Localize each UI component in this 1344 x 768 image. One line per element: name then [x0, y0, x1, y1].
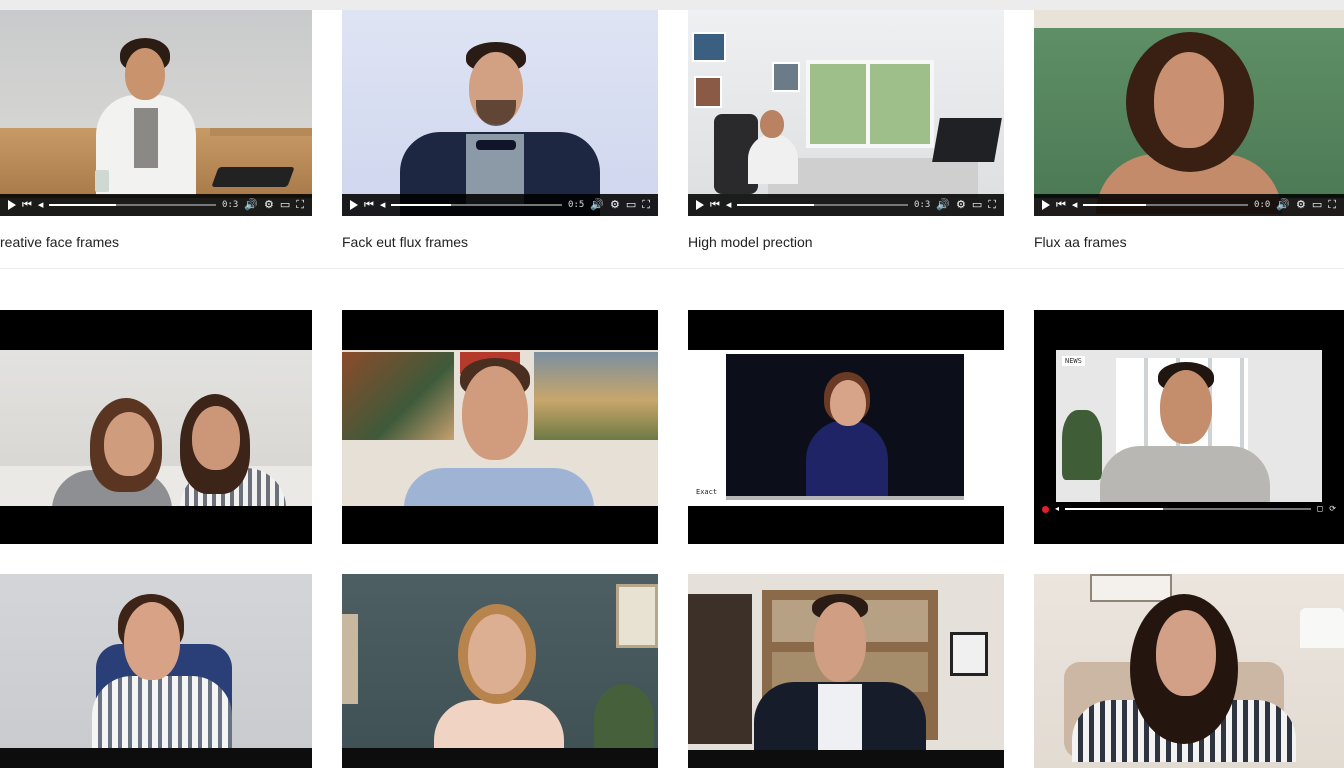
player-controls: ⏮ ◂ 0:3 🔊 ⚙ ▭ ⛶: [688, 194, 1004, 216]
video-caption[interactable]: High model prection: [688, 234, 813, 250]
settings-icon[interactable]: ⚙: [264, 199, 274, 211]
captions-icon[interactable]: ▭: [972, 199, 982, 211]
settings-icon[interactable]: ⚙: [1296, 199, 1306, 211]
fullscreen-icon[interactable]: ⛶: [642, 199, 650, 211]
fullscreen-icon[interactable]: ⛶: [296, 199, 304, 211]
volume-icon[interactable]: ◂: [726, 199, 732, 211]
player-controls: ⏮ ◂ 0:5 🔊 ⚙ ▭ ⛶: [342, 194, 658, 216]
settings-icon[interactable]: ⚙: [610, 199, 620, 211]
play-icon[interactable]: [696, 200, 704, 210]
video-frame: [1034, 574, 1344, 768]
captions-icon[interactable]: ◻: [1317, 505, 1324, 513]
volume-icon[interactable]: ◂: [380, 199, 386, 211]
progress-bar[interactable]: [737, 204, 909, 206]
rewind-icon[interactable]: ⏮: [364, 199, 374, 211]
video-tile-2[interactable]: ⏮ ◂ 0:5 🔊 ⚙ ▭ ⛶: [342, 10, 658, 216]
video-frame: [0, 350, 312, 506]
fullscreen-icon[interactable]: ⟳: [1329, 505, 1336, 513]
lamp: [1300, 608, 1344, 648]
video-tile-5[interactable]: [0, 310, 312, 544]
video-tile-12[interactable]: [1034, 574, 1344, 768]
video-tile-3[interactable]: ⏮ ◂ 0:3 🔊 ⚙ ▭ ⛶: [688, 10, 1004, 216]
play-icon[interactable]: [8, 200, 16, 210]
video-caption[interactable]: reative face frames: [0, 234, 119, 250]
progress-bar[interactable]: [1065, 508, 1311, 510]
volume-icon[interactable]: 🔊: [936, 199, 950, 211]
progress-bar[interactable]: [1083, 204, 1249, 206]
video-frame: Exact: [688, 350, 1004, 506]
video-frame: [342, 350, 658, 506]
volume-icon[interactable]: 🔊: [244, 199, 258, 211]
settings-icon[interactable]: ⚙: [956, 199, 966, 211]
captions-icon[interactable]: ▭: [280, 199, 290, 211]
painting-1: [342, 352, 454, 440]
video-tile-4[interactable]: ⏮ ◂ 0:0 🔊 ⚙ ▭ ⛶: [1034, 10, 1344, 216]
player-controls: ⏮ ◂ 0:0 🔊 ⚙ ▭ ⛶: [1034, 194, 1344, 216]
video-caption[interactable]: Flux aa frames: [1034, 234, 1127, 250]
fullscreen-icon[interactable]: ⛶: [988, 199, 996, 211]
video-tile-6[interactable]: [342, 310, 658, 544]
captions-icon[interactable]: ▭: [1312, 199, 1322, 211]
time-label: 0:3: [222, 200, 239, 210]
video-frame: [342, 574, 658, 768]
frame-left: [342, 614, 358, 704]
video-frame: [1034, 10, 1344, 216]
video-tile-1[interactable]: ⏮ ◂ 0:3 🔊 ⚙ ▭ ⛶: [0, 10, 312, 216]
fullscreen-icon[interactable]: ⛶: [1328, 199, 1336, 211]
video-frame: NEWS: [1056, 350, 1322, 504]
captions-icon[interactable]: ▭: [626, 199, 636, 211]
video-frame: [688, 10, 1004, 216]
video-tile-11[interactable]: [688, 574, 1004, 768]
progress-bar[interactable]: [49, 204, 217, 206]
video-label: Exact: [696, 488, 718, 496]
rewind-icon[interactable]: ⏮: [710, 199, 720, 211]
rewind-icon[interactable]: ⏮: [1056, 199, 1066, 211]
overlay-label: NEWS: [1062, 356, 1085, 366]
plant: [594, 684, 654, 754]
video-tile-8[interactable]: NEWS ◂ ◻ ⟳: [1034, 310, 1344, 544]
painting: [616, 584, 658, 648]
volume-icon[interactable]: ◂: [1055, 505, 1059, 513]
video-caption[interactable]: Fack eut flux frames: [342, 234, 468, 250]
video-tile-9[interactable]: [0, 574, 312, 768]
play-icon[interactable]: [1042, 200, 1050, 210]
play-icon[interactable]: [350, 200, 358, 210]
picture-frame: [950, 632, 988, 676]
plant: [1062, 410, 1102, 480]
video-frame: [688, 574, 1004, 768]
volume-icon[interactable]: 🔊: [1276, 199, 1290, 211]
volume-icon[interactable]: 🔊: [590, 199, 604, 211]
volume-icon[interactable]: ◂: [1072, 199, 1078, 211]
time-label: 0:0: [1254, 200, 1271, 210]
rewind-icon[interactable]: ⏮: [22, 199, 32, 211]
painting-3: [534, 352, 658, 440]
record-dot-icon: [1042, 505, 1049, 513]
progress-bar[interactable]: [391, 204, 563, 206]
video-tile-7[interactable]: Exact: [688, 310, 1004, 544]
picture-frame: [1090, 574, 1172, 602]
time-label: 0:5: [568, 200, 585, 210]
video-frame: [0, 574, 312, 768]
top-bar: [0, 0, 1344, 10]
time-label: 0:3: [914, 200, 931, 210]
player-controls: ◂ ◻ ⟳: [1034, 502, 1344, 516]
row-divider: [0, 268, 1344, 269]
video-frame: [342, 10, 658, 216]
player-controls: ⏮ ◂ 0:3 🔊 ⚙ ▭ ⛶: [0, 194, 312, 216]
volume-icon[interactable]: ◂: [38, 199, 44, 211]
video-frame: [0, 10, 312, 216]
video-tile-10[interactable]: [342, 574, 658, 768]
